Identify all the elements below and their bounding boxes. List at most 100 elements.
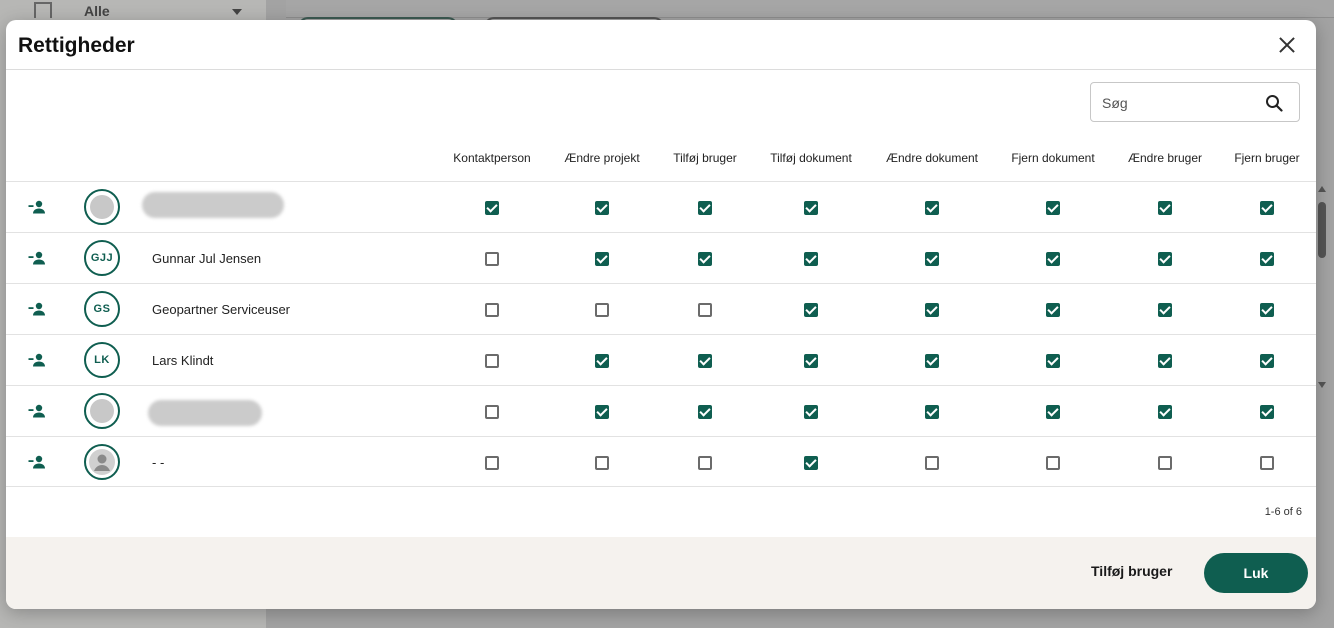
person-icon [89,449,115,475]
permission-checkbox[interactable] [925,354,939,368]
avatar [84,189,120,225]
background-filter: Alle [30,0,250,20]
search-field[interactable] [1090,82,1300,122]
avatar-placeholder [90,399,114,423]
permission-checkbox[interactable] [698,252,712,266]
permission-checkbox[interactable] [1046,201,1060,215]
redacted-name [142,192,284,218]
background-scrollbar [1316,182,1328,392]
permission-checkbox[interactable] [804,405,818,419]
permission-checkbox[interactable] [1260,354,1274,368]
permission-checkbox[interactable] [925,303,939,317]
permission-checkbox[interactable] [595,303,609,317]
permission-checkbox[interactable] [1158,201,1172,215]
user-name: Geopartner Serviceuser [152,302,291,317]
column-header: Fjern bruger [1234,151,1300,165]
permission-checkbox[interactable] [1260,201,1274,215]
column-header: Ændre dokument [885,151,979,165]
permission-checkbox[interactable] [1158,354,1172,368]
user-name: - - [152,455,165,470]
table-row [6,385,1316,436]
column-header: Tilføj dokument [770,151,852,165]
avatar-placeholder [90,195,114,219]
background-toolbar [286,0,1334,18]
avatar [84,444,120,480]
close-button[interactable]: Luk [1204,553,1308,593]
search-input[interactable] [1102,93,1262,113]
permission-checkbox[interactable] [485,303,499,317]
permission-checkbox[interactable] [1260,405,1274,419]
column-header: Ændre projekt [564,151,640,165]
table-row: - - [6,436,1316,487]
permission-checkbox[interactable] [698,354,712,368]
background-filter-label: Alle [84,3,110,19]
column-header: Tilføj bruger [673,151,737,165]
permission-checkbox[interactable] [804,456,818,470]
person-add-icon[interactable] [28,200,46,214]
table-row [6,181,1316,232]
column-header: Ændre bruger [1127,151,1203,165]
person-add-icon[interactable] [28,302,46,316]
add-user-button[interactable]: Tilføj bruger [1091,563,1172,579]
user-name: Lars Klindt [152,353,214,368]
permission-checkbox[interactable] [698,201,712,215]
pagination-info: 1-6 of 6 [1264,506,1302,518]
permission-checkbox[interactable] [804,252,818,266]
permission-checkbox[interactable] [1046,354,1060,368]
permission-checkbox[interactable] [485,252,499,266]
permission-checkbox[interactable] [925,456,939,470]
permission-checkbox[interactable] [698,456,712,470]
table-row: GJJ Gunnar Jul Jensen [6,232,1316,283]
building-icon [34,2,52,18]
permission-checkbox[interactable] [1046,303,1060,317]
permission-checkbox[interactable] [595,456,609,470]
permission-checkbox[interactable] [485,456,499,470]
permission-checkbox[interactable] [1158,303,1172,317]
permission-checkbox[interactable] [595,201,609,215]
permission-checkbox[interactable] [1260,456,1274,470]
permission-checkbox[interactable] [1260,303,1274,317]
permission-checkbox[interactable] [485,354,499,368]
scroll-down-icon [1318,382,1326,388]
person-add-icon[interactable] [28,251,46,265]
permission-checkbox[interactable] [485,405,499,419]
table-row: LK Lars Klindt [6,334,1316,385]
table-row: GS Geopartner Serviceuser [6,283,1316,334]
permission-checkbox[interactable] [595,405,609,419]
permission-checkbox[interactable] [1158,456,1172,470]
avatar: GS [84,291,120,327]
person-add-icon[interactable] [28,455,46,469]
permission-checkbox[interactable] [485,201,499,215]
permission-checkbox[interactable] [804,201,818,215]
column-header: Fjern dokument [1011,151,1095,165]
close-icon[interactable] [1276,34,1298,56]
permission-checkbox[interactable] [1158,405,1172,419]
permission-checkbox[interactable] [1046,456,1060,470]
column-header: Kontaktperson [453,151,531,165]
scroll-up-icon [1318,186,1326,192]
permission-checkbox[interactable] [925,252,939,266]
scroll-thumb [1318,202,1326,258]
search-icon[interactable] [1265,94,1283,112]
permission-checkbox[interactable] [804,354,818,368]
user-name: Gunnar Jul Jensen [152,251,262,266]
permissions-dialog: Rettigheder Kontaktperson Ændre projekt Ti… [6,20,1316,609]
permission-checkbox[interactable] [1046,252,1060,266]
permission-checkbox[interactable] [925,201,939,215]
person-add-icon[interactable] [28,404,46,418]
permission-checkbox[interactable] [925,405,939,419]
permission-checkbox[interactable] [595,252,609,266]
person-add-icon[interactable] [28,353,46,367]
dialog-title: Rettigheder [18,34,135,57]
permission-checkbox[interactable] [698,303,712,317]
permission-checkbox[interactable] [1260,252,1274,266]
permission-checkbox[interactable] [1158,252,1172,266]
permission-checkbox[interactable] [698,405,712,419]
permission-checkbox[interactable] [804,303,818,317]
avatar: LK [84,342,120,378]
permission-checkbox[interactable] [595,354,609,368]
redacted-name [148,400,262,426]
dialog-header: Rettigheder [6,20,1316,70]
permission-checkbox[interactable] [1046,405,1060,419]
chevron-down-icon [232,9,242,15]
